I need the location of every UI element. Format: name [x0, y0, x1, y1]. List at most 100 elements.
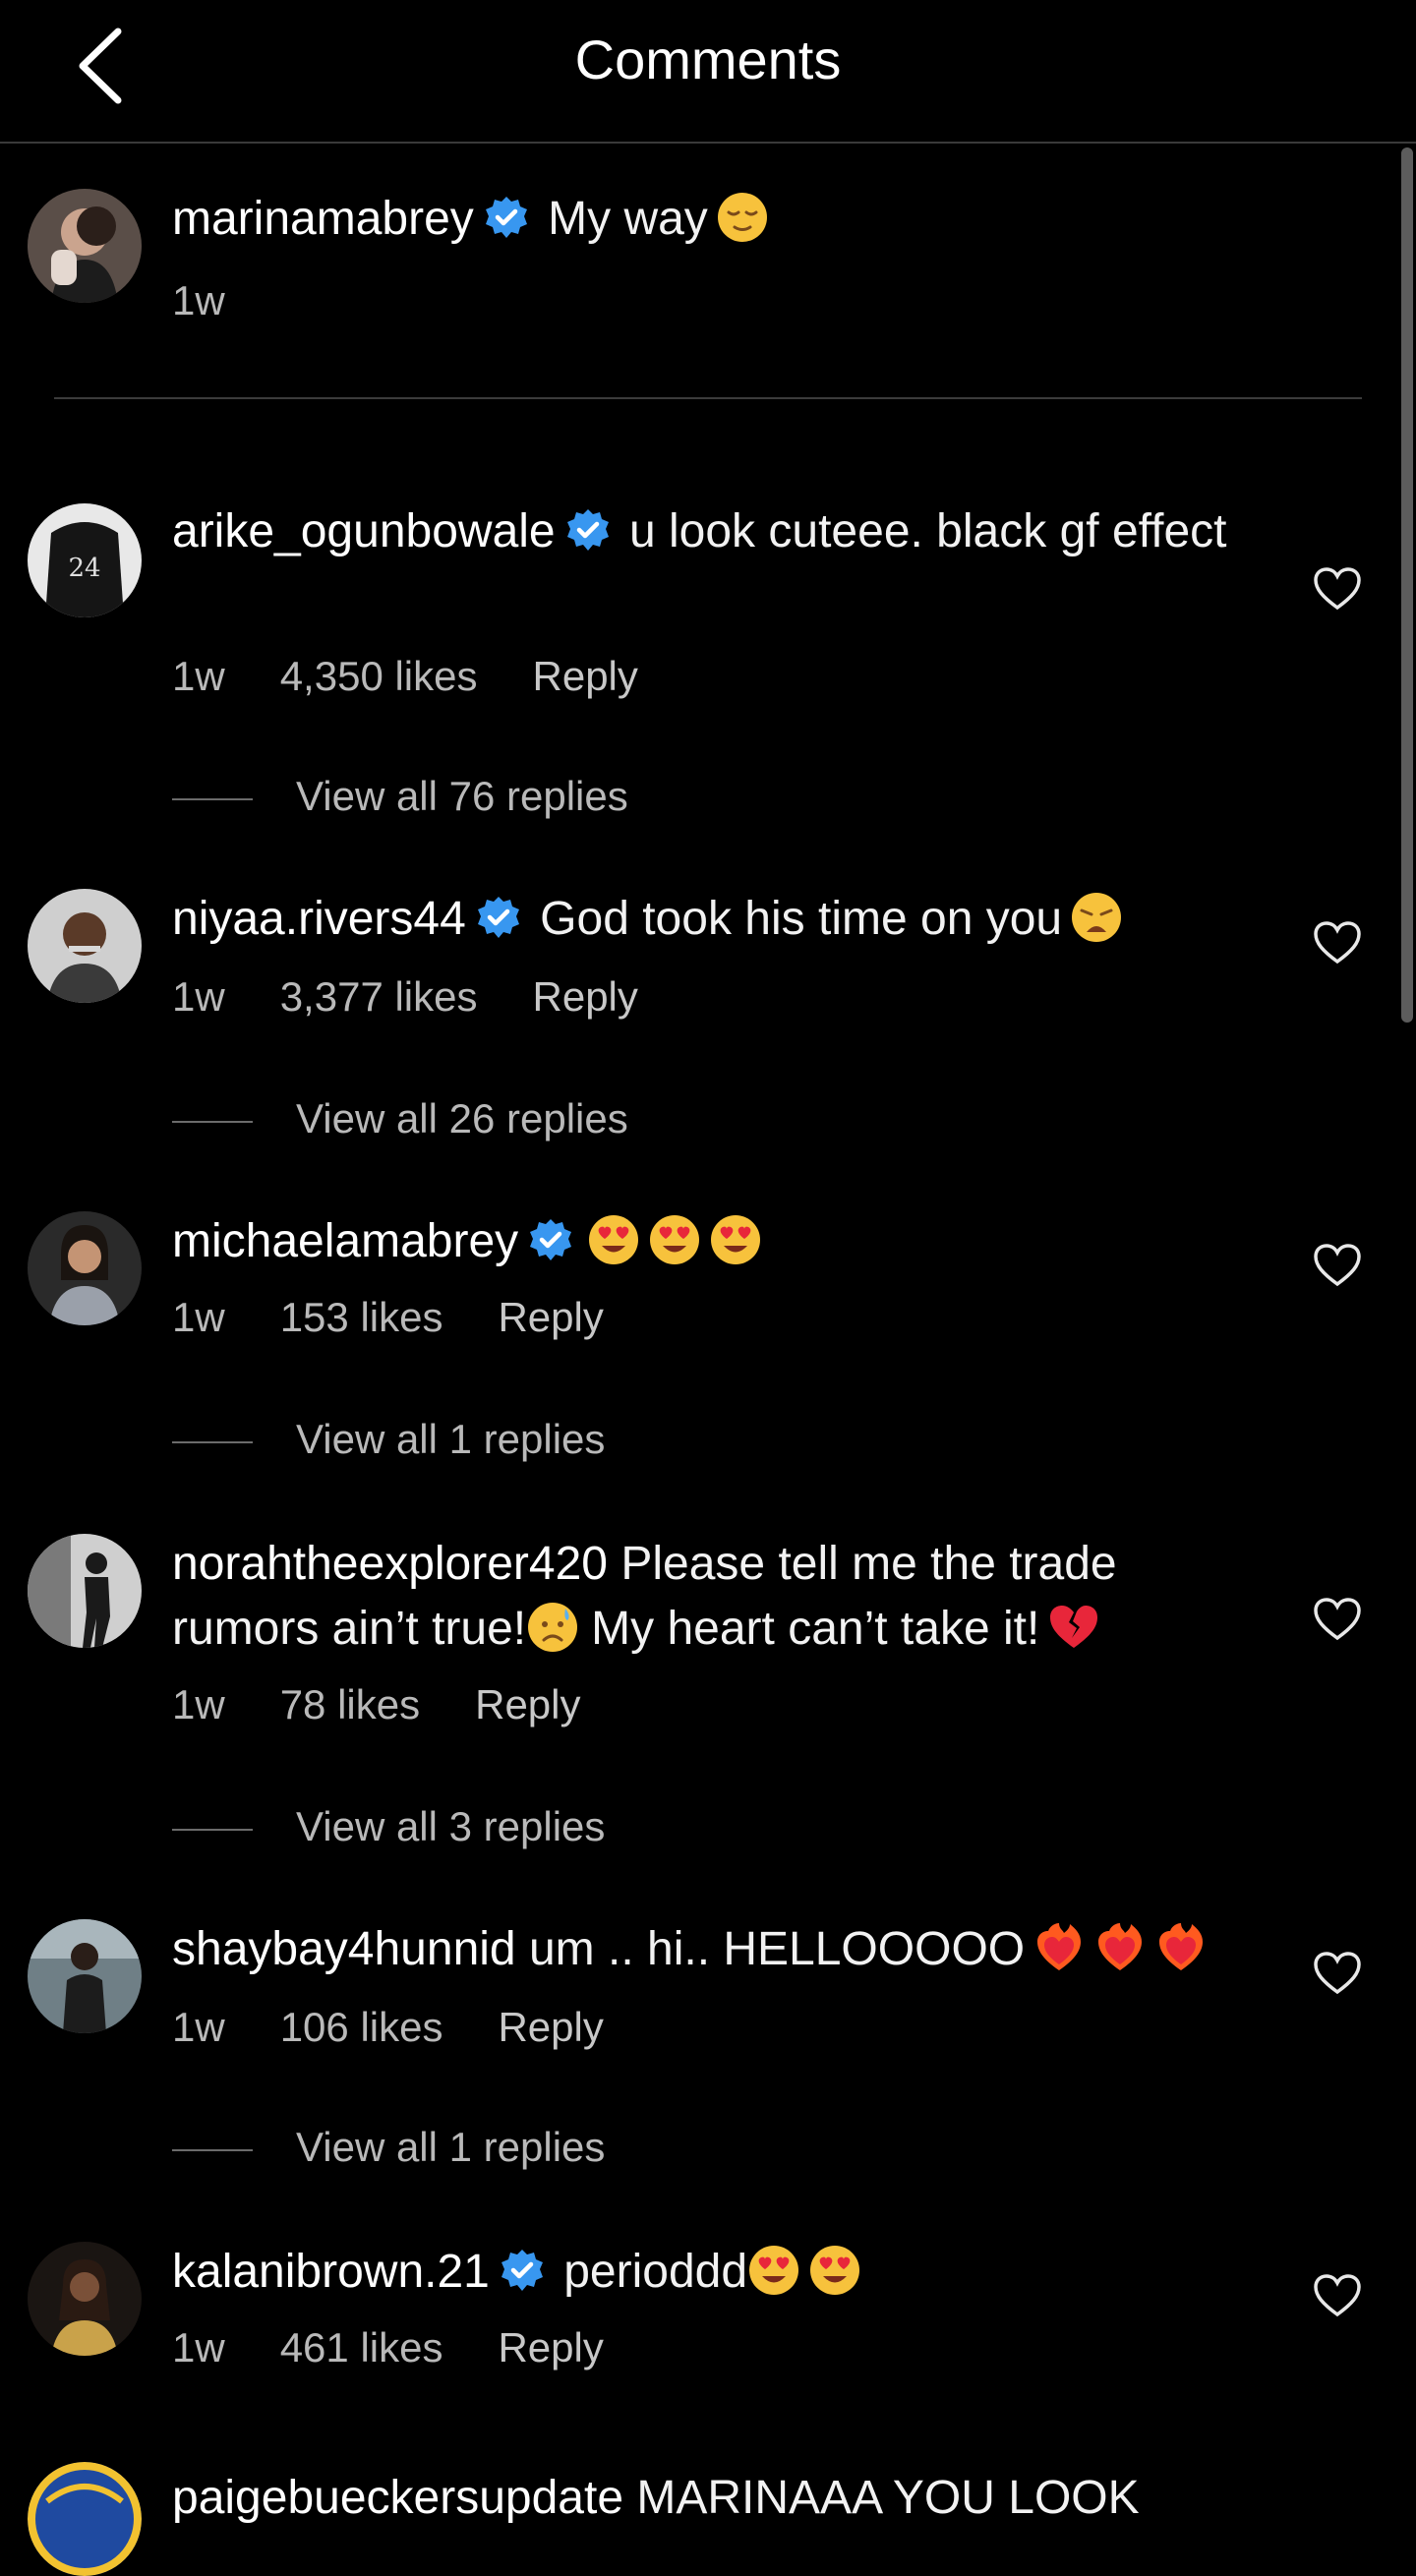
heart-icon[interactable]	[1313, 2273, 1362, 2318]
heart-icon[interactable]	[1313, 1243, 1362, 1288]
view-replies-button[interactable]: View all 1 replies	[172, 1416, 605, 1465]
comment-body: u look cuteee. black gf effect	[628, 505, 1227, 557]
avatar[interactable]	[28, 1534, 142, 1648]
divider	[172, 1440, 253, 1443]
comment-body-line-2a: rumors ain’t true!	[172, 1603, 527, 1655]
avatar-jersey-number: 24	[68, 554, 100, 583]
reply-button[interactable]: Reply	[475, 1681, 580, 1727]
comments-header: Comments	[0, 0, 1416, 144]
reply-button[interactable]: Reply	[498, 2004, 603, 2050]
relieved-face-icon	[716, 191, 769, 244]
heart-icon[interactable]	[1313, 1951, 1362, 1996]
heart-eyes-emoji-icon	[587, 1213, 640, 1266]
caption-meta: 1w	[172, 277, 280, 324]
timestamp: 1w	[172, 2324, 225, 2371]
reply-button[interactable]: Reply	[498, 1294, 603, 1340]
comment-username[interactable]: arike_ogunbowale	[172, 505, 556, 557]
broken-heart-icon	[1047, 1601, 1100, 1654]
chevron-left-icon	[69, 28, 138, 114]
comment-meta: 1w 78 likes Reply	[172, 1681, 636, 1728]
like-count[interactable]: 153 likes	[280, 1294, 443, 1340]
verified-badge-icon	[484, 195, 529, 240]
heart-eyes-emoji-icon	[747, 2244, 800, 2297]
view-replies-label: View all 1 replies	[296, 2124, 606, 2170]
page-title: Comments	[574, 29, 842, 90]
heart-icon[interactable]	[1313, 920, 1362, 966]
view-replies-button[interactable]: View all 3 replies	[172, 1803, 605, 1852]
verified-badge-icon	[476, 895, 521, 940]
avatar[interactable]	[28, 2462, 142, 2576]
reply-button[interactable]: Reply	[533, 973, 638, 1020]
heart-eyes-emoji-icon	[648, 1213, 701, 1266]
comment-body: perioddd	[563, 2246, 748, 2298]
timestamp: 1w	[172, 1294, 225, 1340]
comment-username[interactable]: norahtheexplorer420	[172, 1538, 608, 1590]
caption-username[interactable]: marinamabrey	[172, 193, 474, 245]
comment-body-line-2b: My heart can’t take it!	[591, 1603, 1040, 1655]
view-replies-button[interactable]: View all 1 replies	[172, 2124, 605, 2173]
comment-text: kalanibrown.21 perioddd	[172, 2240, 1155, 2305]
comment-meta: 1w 153 likes Reply	[172, 1294, 659, 1341]
comment-username[interactable]: kalanibrown.21	[172, 2246, 490, 2298]
view-replies-label: View all 3 replies	[296, 1803, 606, 1849]
view-replies-button[interactable]: View all 76 replies	[172, 773, 628, 822]
sad-sweat-face-icon	[526, 1601, 579, 1654]
timestamp: 1w	[172, 2004, 225, 2050]
weary-face-icon	[1070, 891, 1123, 944]
heart-on-fire-icon	[1032, 1921, 1086, 1974]
like-count[interactable]: 78 likes	[280, 1681, 420, 1727]
divider	[172, 797, 253, 800]
comment-meta: 1w 106 likes Reply	[172, 2004, 659, 2051]
caption-body: My way	[548, 193, 708, 245]
comment-text: norahtheexplorer420 Please tell me the t…	[172, 1532, 1234, 1662]
comment-text: michaelamabrey	[172, 1209, 1155, 1274]
comment-username[interactable]: niyaa.rivers44	[172, 893, 466, 945]
comment-text: shaybay4hunnid um .. hi.. HELLOOOOO	[172, 1917, 1273, 1982]
heart-on-fire-icon	[1154, 1921, 1208, 1974]
heart-on-fire-icon	[1093, 1921, 1147, 1974]
heart-eyes-emoji-icon	[808, 2244, 861, 2297]
comment-meta: 1w 4,350 likes Reply	[172, 653, 693, 700]
view-replies-label: View all 76 replies	[296, 773, 628, 819]
like-count[interactable]: 106 likes	[280, 2004, 443, 2050]
view-replies-label: View all 1 replies	[296, 1416, 606, 1462]
comment-body: God took his time on you	[540, 893, 1063, 945]
comment-text: paigebueckersupdate MARINAAA YOU LOOK	[172, 2466, 1155, 2531]
reply-button[interactable]: Reply	[498, 2324, 603, 2371]
timestamp: 1w	[172, 653, 225, 699]
avatar[interactable]	[28, 1211, 142, 1325]
avatar[interactable]: 24	[28, 503, 142, 617]
avatar[interactable]	[28, 1919, 142, 2033]
comment-username[interactable]: michaelamabrey	[172, 1215, 518, 1267]
divider	[172, 1120, 253, 1123]
comment-text: niyaa.rivers44 God took his time on you	[172, 887, 1155, 952]
scrollbar[interactable]	[1401, 147, 1413, 1023]
verified-badge-icon	[528, 1217, 573, 1262]
comment-username[interactable]: paigebueckersupdate	[172, 2472, 623, 2524]
divider	[172, 2148, 253, 2151]
caption-text: marinamabrey My way	[172, 187, 1155, 252]
verified-badge-icon	[565, 507, 611, 553]
like-count[interactable]: 3,377 likes	[280, 973, 478, 1020]
avatar[interactable]	[28, 2242, 142, 2356]
avatar[interactable]	[28, 189, 142, 303]
comment-body: MARINAAA YOU LOOK	[636, 2472, 1140, 2524]
comment-username[interactable]: shaybay4hunnid	[172, 1923, 516, 1975]
heart-icon[interactable]	[1313, 1597, 1362, 1642]
reply-button[interactable]: Reply	[533, 653, 638, 699]
comment-body: um .. hi.. HELLOOOOO	[528, 1923, 1026, 1975]
divider	[54, 397, 1362, 399]
timestamp: 1w	[172, 1681, 225, 1727]
like-count[interactable]: 4,350 likes	[280, 653, 478, 699]
comment-text: arike_ogunbowale u look cuteee. black gf…	[172, 499, 1234, 564]
like-count[interactable]: 461 likes	[280, 2324, 443, 2371]
timestamp: 1w	[172, 277, 225, 323]
comment-meta: 1w 461 likes Reply	[172, 2324, 659, 2371]
heart-icon[interactable]	[1313, 566, 1362, 612]
view-replies-label: View all 26 replies	[296, 1095, 628, 1142]
view-replies-button[interactable]: View all 26 replies	[172, 1095, 628, 1144]
verified-badge-icon	[500, 2248, 545, 2293]
heart-eyes-emoji-icon	[709, 1213, 762, 1266]
avatar[interactable]	[28, 889, 142, 1003]
comment-meta: 1w 3,377 likes Reply	[172, 973, 693, 1021]
